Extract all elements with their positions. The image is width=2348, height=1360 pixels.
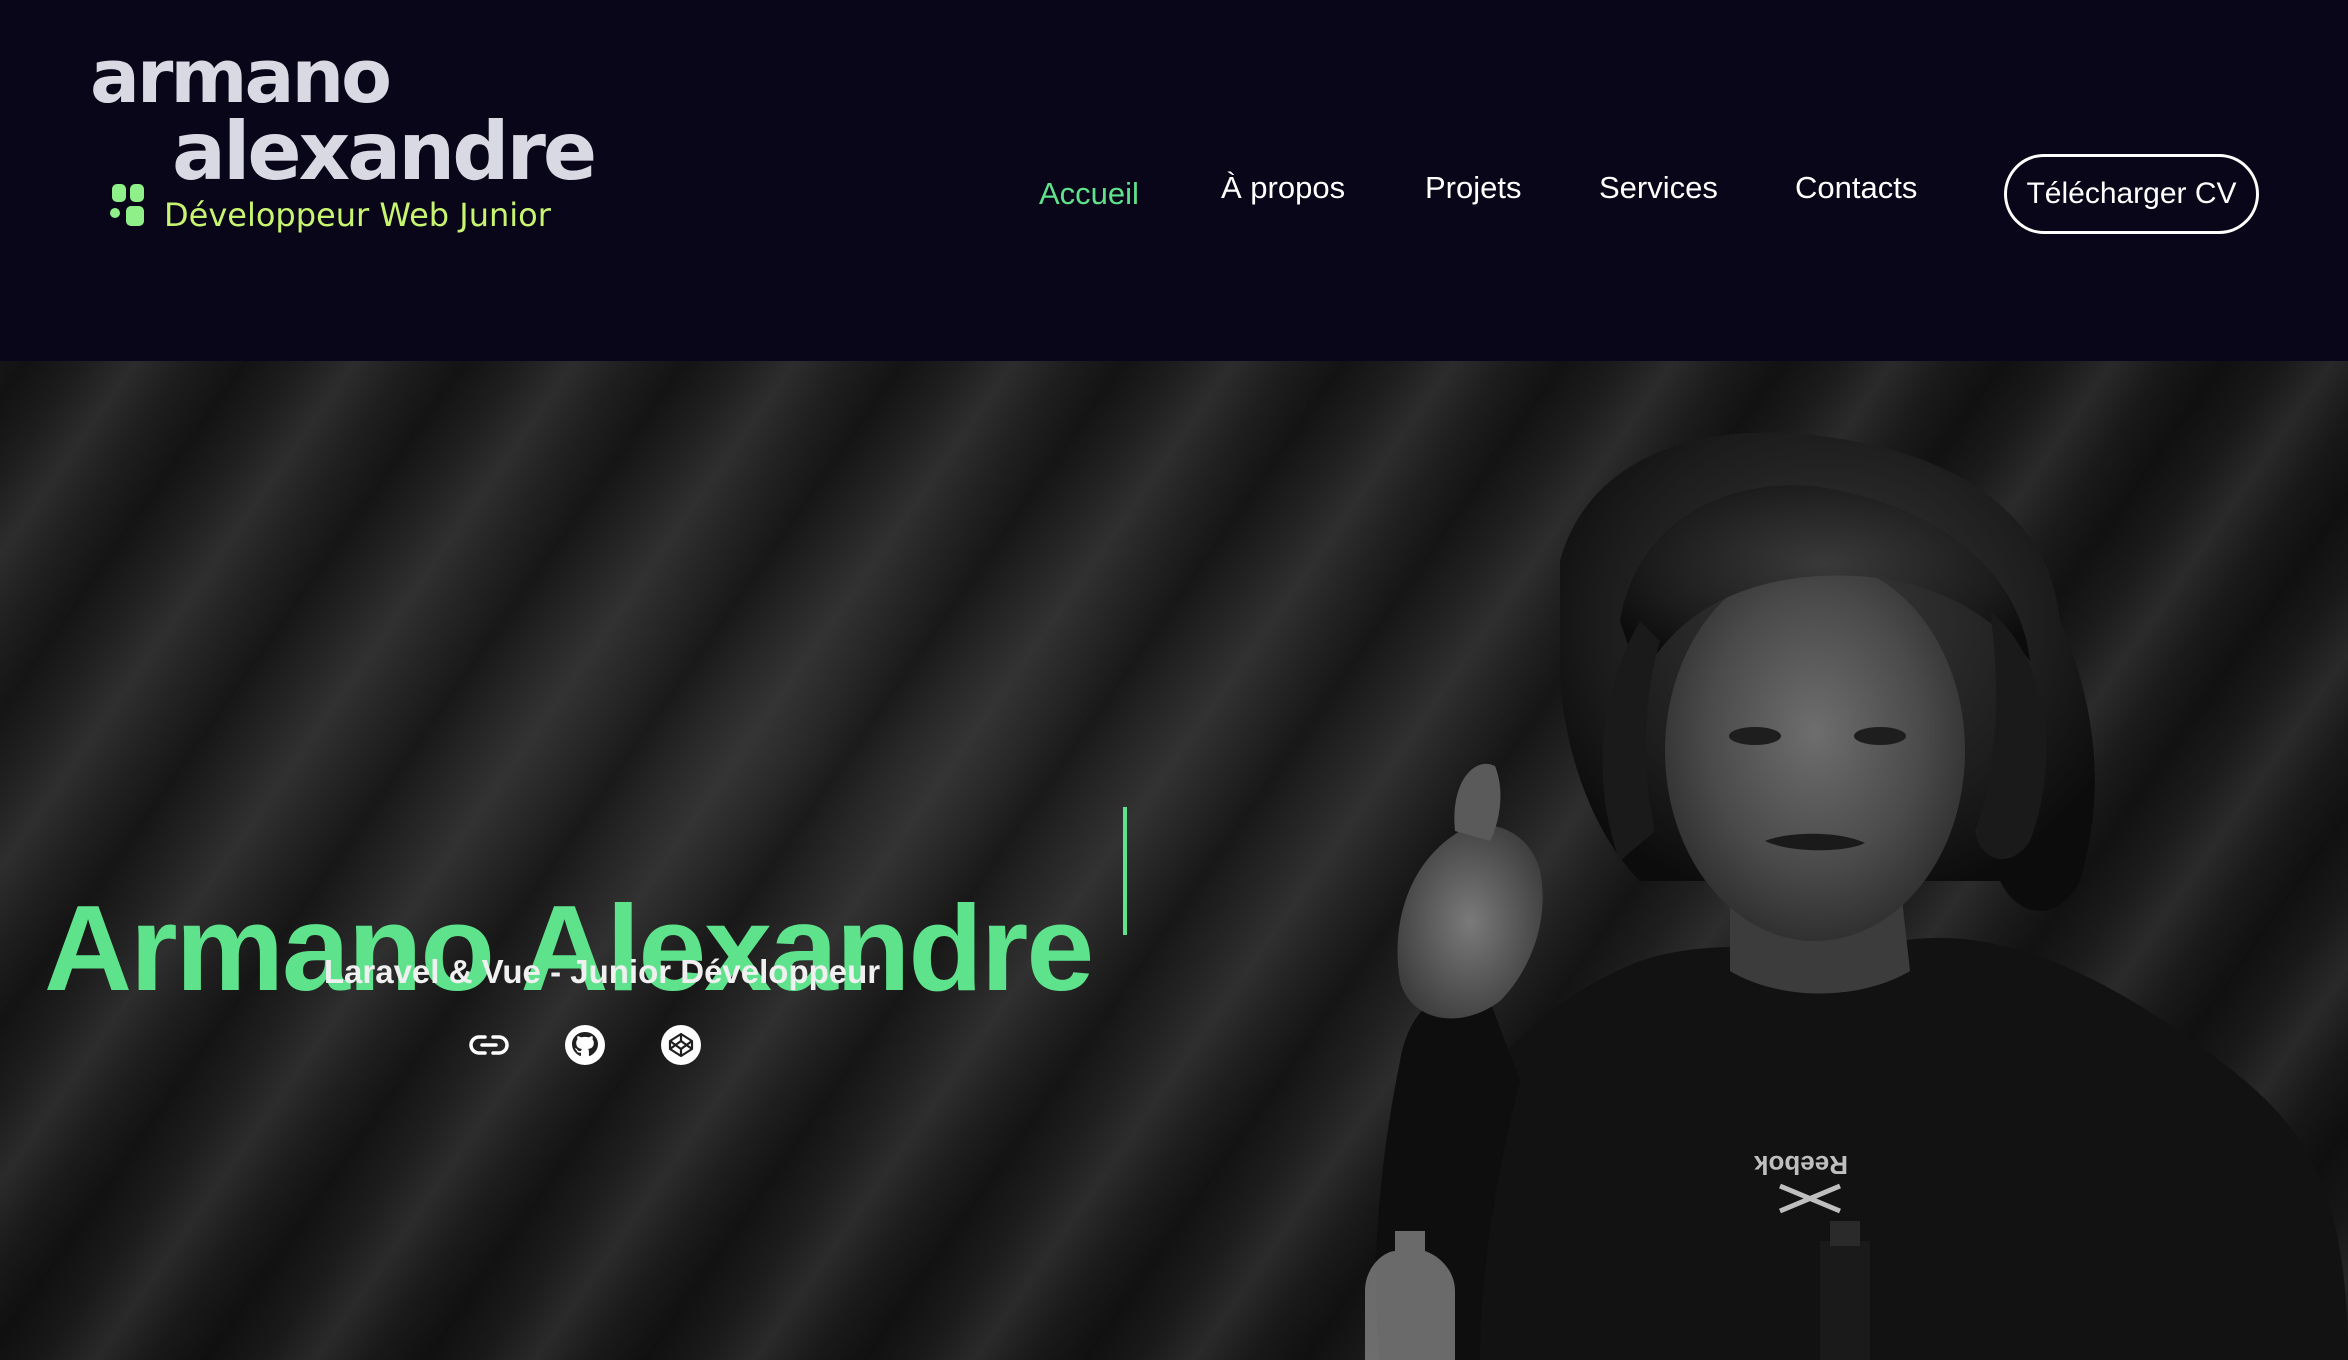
profile-photo: Reebok [1365,432,2348,1360]
link-icon[interactable] [467,1023,511,1067]
hero-subtitle: Laravel & Vue - Junior Développeur [323,953,881,990]
nav-item-services[interactable]: Services [1599,170,1718,206]
hero-title: Armano Alexandre [44,879,1094,1016]
typing-cursor [1123,807,1127,935]
hero-section: Reebok Armano Alexandre Laravel & Vue - … [0,361,2348,1360]
svg-text:Reebok: Reebok [1754,1150,1848,1180]
main-nav: Accueil À propos Projets Services Contac… [0,0,2348,361]
nav-item-projets[interactable]: Projets [1425,170,1521,206]
codepen-icon[interactable] [659,1023,703,1067]
site-header: armano alexandre Développeur Web Junior … [0,0,2348,361]
nav-item-accueil[interactable]: Accueil [1039,176,1139,212]
github-icon[interactable] [563,1023,607,1067]
nav-item-a-propos[interactable]: À propos [1221,170,1345,206]
nav-item-contacts[interactable]: Contacts [1795,170,1917,206]
download-cv-button[interactable]: Télécharger CV [2004,154,2259,234]
